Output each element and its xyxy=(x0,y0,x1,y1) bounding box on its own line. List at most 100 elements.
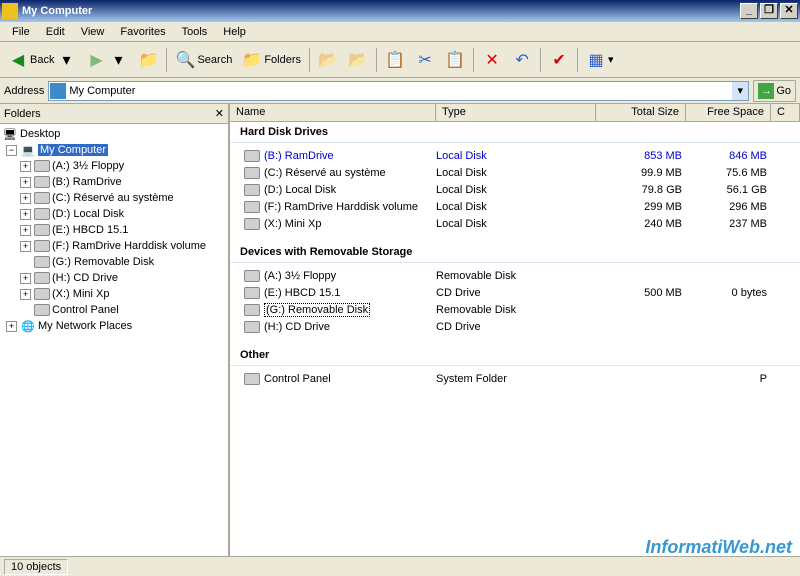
tree-network[interactable]: +🌐My Network Places xyxy=(2,318,226,334)
item-list[interactable]: Hard Disk Drives (B:) RamDriveLocal Disk… xyxy=(230,122,800,556)
address-dropdown[interactable]: ▾ xyxy=(732,82,748,100)
expand-icon[interactable]: + xyxy=(20,193,31,204)
back-button[interactable]: ◀Back▾ xyxy=(4,46,80,74)
tree-item[interactable]: +(F:) RamDrive Harddisk volume xyxy=(2,238,226,254)
folders-header: Folders ✕ xyxy=(0,104,228,124)
folders-button[interactable]: 📁Folders xyxy=(238,46,305,74)
separator xyxy=(309,48,310,72)
undo-icon: ↶ xyxy=(512,50,532,70)
menu-favorites[interactable]: Favorites xyxy=(112,24,173,39)
paste-button[interactable]: 📋 xyxy=(441,46,469,74)
cut-button[interactable]: ✂ xyxy=(411,46,439,74)
expand-icon[interactable]: + xyxy=(20,289,31,300)
tree-item[interactable]: +(E:) HBCD 15.1 xyxy=(2,222,226,238)
drive-icon xyxy=(244,321,260,333)
views-button[interactable]: ▦▾ xyxy=(582,46,618,74)
expand-icon[interactable]: + xyxy=(20,209,31,220)
copy-button[interactable]: 📋 xyxy=(381,46,409,74)
minimize-button[interactable]: _ xyxy=(740,3,758,19)
item-type: CD Drive xyxy=(436,321,596,333)
list-row[interactable]: (H:) CD DriveCD Drive xyxy=(230,318,800,335)
close-pane-button[interactable]: ✕ xyxy=(215,107,224,120)
folder-tree[interactable]: 🖥Desktop −💻My Computer +(A:) 3½ Floppy+(… xyxy=(0,124,228,556)
expand-icon[interactable]: + xyxy=(6,321,17,332)
menu-bar: File Edit View Favorites Tools Help xyxy=(0,22,800,42)
expand-icon[interactable]: + xyxy=(20,177,31,188)
item-free: 56.1 GB xyxy=(686,184,771,196)
col-total[interactable]: Total Size xyxy=(596,104,686,121)
content-pane: Name Type Total Size Free Space C Hard D… xyxy=(230,104,800,556)
tree-item[interactable]: +(D:) Local Disk xyxy=(2,206,226,222)
properties-button[interactable]: ✔ xyxy=(545,46,573,74)
drive-icon xyxy=(244,218,260,230)
move-to-button[interactable]: 📂 xyxy=(314,46,342,74)
menu-view[interactable]: View xyxy=(73,24,113,39)
views-icon: ▦ xyxy=(586,50,606,70)
col-type[interactable]: Type xyxy=(436,104,596,121)
list-row[interactable]: (A:) 3½ FloppyRemovable Disk xyxy=(230,267,800,284)
item-free: 75.6 MB xyxy=(686,167,771,179)
list-row[interactable]: (E:) HBCD 15.1CD Drive500 MB0 bytes xyxy=(230,284,800,301)
tree-item[interactable]: (G:) Removable Disk xyxy=(2,254,226,270)
collapse-icon[interactable]: − xyxy=(6,145,17,156)
folder-up-icon: 📁 xyxy=(138,50,158,70)
list-row[interactable]: (X:) Mini XpLocal Disk240 MB237 MB xyxy=(230,215,800,232)
drive-icon xyxy=(34,206,50,222)
restore-button[interactable]: ❐ xyxy=(760,3,778,19)
tree-item[interactable]: +(H:) CD Drive xyxy=(2,270,226,286)
drive-icon xyxy=(34,158,50,174)
menu-edit[interactable]: Edit xyxy=(38,24,73,39)
expand-icon[interactable]: + xyxy=(20,225,31,236)
drive-icon xyxy=(34,302,50,318)
item-free: 296 MB xyxy=(686,201,771,213)
expand-icon[interactable]: + xyxy=(20,161,31,172)
tree-item[interactable]: Control Panel xyxy=(2,302,226,318)
col-extra[interactable]: C xyxy=(771,104,800,121)
list-row[interactable]: (B:) RamDriveLocal Disk853 MB846 MB xyxy=(230,147,800,164)
menu-file[interactable]: File xyxy=(4,24,38,39)
menu-help[interactable]: Help xyxy=(215,24,254,39)
address-bar: Address ▾ →Go xyxy=(0,78,800,104)
folders-icon: 📁 xyxy=(242,50,262,70)
title-bar: My Computer _ ❐ ✕ xyxy=(0,0,800,22)
separator xyxy=(166,48,167,72)
cut-icon: ✂ xyxy=(415,50,435,70)
tree-item[interactable]: +(X:) Mini Xp xyxy=(2,286,226,302)
app-icon xyxy=(2,3,18,19)
item-size: 299 MB xyxy=(596,201,686,213)
copy-icon: 📋 xyxy=(385,50,405,70)
go-button[interactable]: →Go xyxy=(753,80,796,102)
col-free[interactable]: Free Space xyxy=(686,104,771,121)
list-row[interactable]: (D:) Local DiskLocal Disk79.8 GB56.1 GB xyxy=(230,181,800,198)
drive-icon xyxy=(244,184,260,196)
up-button[interactable]: 📁 xyxy=(134,46,162,74)
tree-desktop[interactable]: 🖥Desktop xyxy=(2,126,226,142)
menu-tools[interactable]: Tools xyxy=(174,24,216,39)
list-row[interactable]: Control PanelSystem FolderP xyxy=(230,370,800,387)
expand-icon[interactable]: + xyxy=(20,241,31,252)
list-row[interactable]: (F:) RamDrive Harddisk volumeLocal Disk2… xyxy=(230,198,800,215)
item-type: Local Disk xyxy=(436,167,596,179)
list-row[interactable]: (G:) Removable DiskRemovable Disk xyxy=(230,301,800,318)
undo-button[interactable]: ↶ xyxy=(508,46,536,74)
col-name[interactable]: Name xyxy=(230,104,436,121)
tree-item[interactable]: +(B:) RamDrive xyxy=(2,174,226,190)
item-size: 500 MB xyxy=(596,287,686,299)
address-input[interactable] xyxy=(48,81,749,101)
tree-my-computer[interactable]: −💻My Computer xyxy=(2,142,226,158)
expand-icon[interactable]: + xyxy=(20,273,31,284)
copy-to-button[interactable]: 📂 xyxy=(344,46,372,74)
drive-icon xyxy=(34,270,50,286)
drive-icon xyxy=(244,287,260,299)
forward-button[interactable]: ▶▾ xyxy=(82,46,132,74)
tree-item[interactable]: +(A:) 3½ Floppy xyxy=(2,158,226,174)
list-row[interactable]: (C:) Réservé au systèmeLocal Disk99.9 MB… xyxy=(230,164,800,181)
search-button[interactable]: 🔍Search xyxy=(171,46,236,74)
tree-item[interactable]: +(C:) Réservé au système xyxy=(2,190,226,206)
drive-icon xyxy=(34,222,50,238)
delete-button[interactable]: ✕ xyxy=(478,46,506,74)
item-type: Local Disk xyxy=(436,201,596,213)
item-name: (F:) RamDrive Harddisk volume xyxy=(264,201,418,213)
paste-icon: 📋 xyxy=(445,50,465,70)
close-button[interactable]: ✕ xyxy=(780,3,798,19)
